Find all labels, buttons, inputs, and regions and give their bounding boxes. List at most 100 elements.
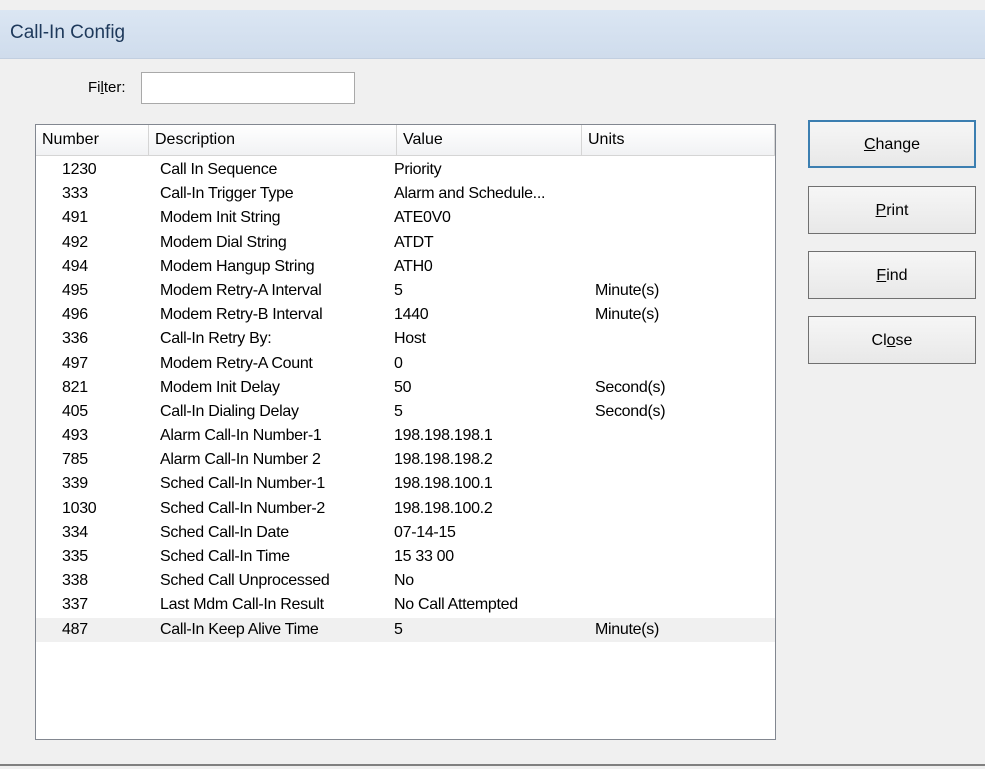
row-number: 337	[62, 596, 88, 614]
row-value: No Call Attempted	[394, 596, 518, 614]
row-number: 334	[62, 523, 88, 541]
row-value: ATH0	[394, 257, 433, 275]
row-number: 405	[62, 402, 88, 420]
filter-label-pre: Fi	[88, 79, 101, 96]
row-number: 491	[62, 209, 88, 227]
row-value: 5	[394, 620, 403, 638]
row-description: Modem Hangup String	[160, 257, 315, 275]
column-header-value[interactable]: Value	[397, 125, 582, 155]
table-row[interactable]: 1030 Sched Call-In Number-2 198.198.100.2	[36, 497, 775, 521]
filter-label: Filter:	[88, 79, 126, 96]
row-description: Sched Call Unprocessed	[160, 572, 330, 590]
row-number: 336	[62, 330, 88, 348]
close-button[interactable]: Close	[808, 316, 976, 364]
table-row[interactable]: 494 Modem Hangup String ATH0	[36, 255, 775, 279]
row-units: Second(s)	[595, 378, 666, 396]
row-number: 1030	[62, 499, 97, 517]
row-number: 493	[62, 427, 88, 445]
row-description: Call-In Dialing Delay	[160, 402, 299, 420]
row-description: Modem Retry-A Count	[160, 354, 313, 372]
row-value: Alarm and Schedule...	[394, 185, 546, 203]
filter-input[interactable]	[141, 72, 355, 104]
row-description: Call-In Retry By:	[160, 330, 272, 348]
find-button-mnemonic: F	[876, 267, 887, 284]
row-value: 198.198.198.1	[394, 427, 493, 445]
print-button-mnemonic: P	[875, 202, 887, 219]
column-header-units[interactable]: Units	[582, 125, 775, 155]
row-value: ATDT	[394, 233, 434, 251]
table-row[interactable]: 495 Modem Retry-A Interval 5 Minute(s)	[36, 279, 775, 303]
row-value: Priority	[394, 161, 442, 178]
table-row[interactable]: 496 Modem Retry-B Interval 1440 Minute(s)	[36, 303, 775, 327]
print-button[interactable]: Print	[808, 186, 976, 234]
table-row[interactable]: 333 Call-In Trigger Type Alarm and Schedul…	[36, 182, 775, 206]
close-button-mnemonic: o	[886, 332, 896, 349]
row-description: Modem Retry-A Interval	[160, 281, 322, 299]
table-row[interactable]: 785 Alarm Call-In Number 2 198.198.198.2	[36, 448, 775, 472]
table-row[interactable]: 487 Call-In Keep Alive Time 5 Minute(s)	[36, 617, 775, 642]
change-button-label: hange	[875, 136, 921, 153]
row-description: Modem Init String	[160, 209, 281, 227]
title-bar: Call-In Config	[0, 10, 985, 59]
row-value: 15 33 00	[394, 548, 454, 565]
print-button-label: rint	[886, 202, 909, 219]
table-row[interactable]: 335 Sched Call-In Time 15 33 00	[36, 545, 775, 569]
list-rows: 1230 Call In Sequence Priority 333 Call-In T…	[36, 158, 775, 642]
table-row[interactable]: 336 Call-In Retry By: Host	[36, 327, 775, 351]
find-button[interactable]: Find	[808, 251, 976, 299]
close-button-pre: Cl	[871, 332, 887, 349]
call-in-config-window: Call-In Config Filter: Number Descriptio…	[0, 0, 985, 769]
row-value: 50	[394, 378, 412, 396]
table-row[interactable]: 338 Sched Call Unprocessed No	[36, 569, 775, 593]
config-list[interactable]: Number Description Value Units 1230 Call …	[35, 124, 776, 740]
row-description: Sched Call-In Number-1	[160, 475, 326, 493]
table-row[interactable]: 493 Alarm Call-In Number-1 198.198.198.1	[36, 424, 775, 448]
column-header-number[interactable]: Number	[36, 125, 149, 155]
row-value: ATE0V0	[394, 209, 451, 227]
row-number: 492	[62, 233, 88, 251]
table-row[interactable]: 492 Modem Dial String ATDT	[36, 231, 775, 255]
table-row[interactable]: 497 Modem Retry-A Count 0	[36, 352, 775, 376]
bottom-divider	[0, 764, 985, 766]
row-description: Call In Sequence	[160, 161, 278, 178]
filter-label-post: ter:	[103, 79, 126, 96]
row-value: 1440	[394, 306, 429, 324]
table-row[interactable]: 1230 Call In Sequence Priority	[36, 158, 775, 182]
row-number: 785	[62, 451, 88, 469]
row-number: 497	[62, 354, 88, 372]
row-value: 198.198.100.1	[394, 475, 493, 493]
column-header-description[interactable]: Description	[149, 125, 397, 155]
window-title: Call-In Config	[10, 22, 126, 43]
row-number: 338	[62, 572, 88, 590]
row-value: 198.198.198.2	[394, 451, 493, 469]
row-description: Modem Dial String	[160, 233, 287, 251]
row-units: Second(s)	[595, 402, 666, 420]
row-description: Call-In Keep Alive Time	[160, 620, 319, 638]
row-units: Minute(s)	[595, 306, 659, 324]
row-description: Modem Retry-B Interval	[160, 306, 323, 324]
row-description: Alarm Call-In Number-1	[160, 427, 322, 445]
table-row[interactable]: 821 Modem Init Delay 50 Second(s)	[36, 376, 775, 400]
row-units: Minute(s)	[595, 620, 659, 638]
table-row[interactable]: 334 Sched Call-In Date 07-14-15	[36, 521, 775, 545]
change-button[interactable]: Change	[808, 120, 976, 168]
table-row[interactable]: 405 Call-In Dialing Delay 5 Second(s)	[36, 400, 775, 424]
row-description: Sched Call-In Date	[160, 523, 289, 541]
table-row[interactable]: 337 Last Mdm Call-In Result No Call Attemp…	[36, 593, 775, 617]
row-description: Call-In Trigger Type	[160, 185, 294, 203]
close-button-label: se	[895, 332, 913, 349]
row-number: 821	[62, 378, 88, 396]
row-value: 5	[394, 281, 403, 299]
row-description: Alarm Call-In Number 2	[160, 451, 321, 469]
table-row[interactable]: 491 Modem Init String ATE0V0	[36, 206, 775, 230]
row-value: 5	[394, 402, 403, 420]
row-value: 07-14-15	[394, 523, 456, 541]
row-value: 198.198.100.2	[394, 499, 493, 517]
table-row[interactable]: 339 Sched Call-In Number-1 198.198.100.1	[36, 472, 775, 496]
row-number: 333	[62, 185, 88, 203]
row-value: 0	[394, 354, 403, 372]
row-description: Sched Call-In Number-2	[160, 499, 326, 517]
row-number: 339	[62, 475, 88, 493]
row-description: Last Mdm Call-In Result	[160, 596, 324, 614]
row-number: 1230	[62, 161, 97, 178]
